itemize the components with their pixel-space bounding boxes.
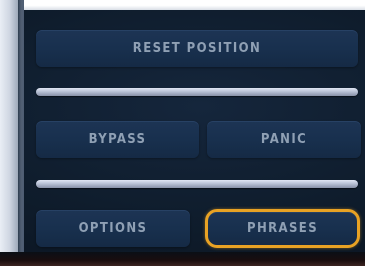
lower-slider-track[interactable]: [36, 180, 358, 188]
phrases-label: PHRASES: [246, 221, 319, 236]
options-label: OPTIONS: [78, 221, 148, 236]
bottom-frame-edge: [0, 252, 365, 266]
reset-position-label: RESET POSITION: [132, 41, 262, 56]
options-button[interactable]: OPTIONS: [36, 210, 190, 247]
phrases-button[interactable]: PHRASES: [205, 209, 360, 248]
top-frame-edge: [0, 0, 365, 10]
upper-slider-track[interactable]: [36, 88, 358, 96]
panic-button[interactable]: PANIC: [207, 121, 361, 158]
reset-position-button[interactable]: RESET POSITION: [36, 30, 358, 67]
panic-label: PANIC: [260, 132, 308, 147]
bypass-label: BYPASS: [88, 132, 147, 147]
control-panel: RESET POSITION BYPASS PANIC OPTIONS PHRA…: [0, 0, 365, 266]
bypass-button[interactable]: BYPASS: [36, 121, 199, 158]
left-frame-shadow: [18, 0, 24, 266]
